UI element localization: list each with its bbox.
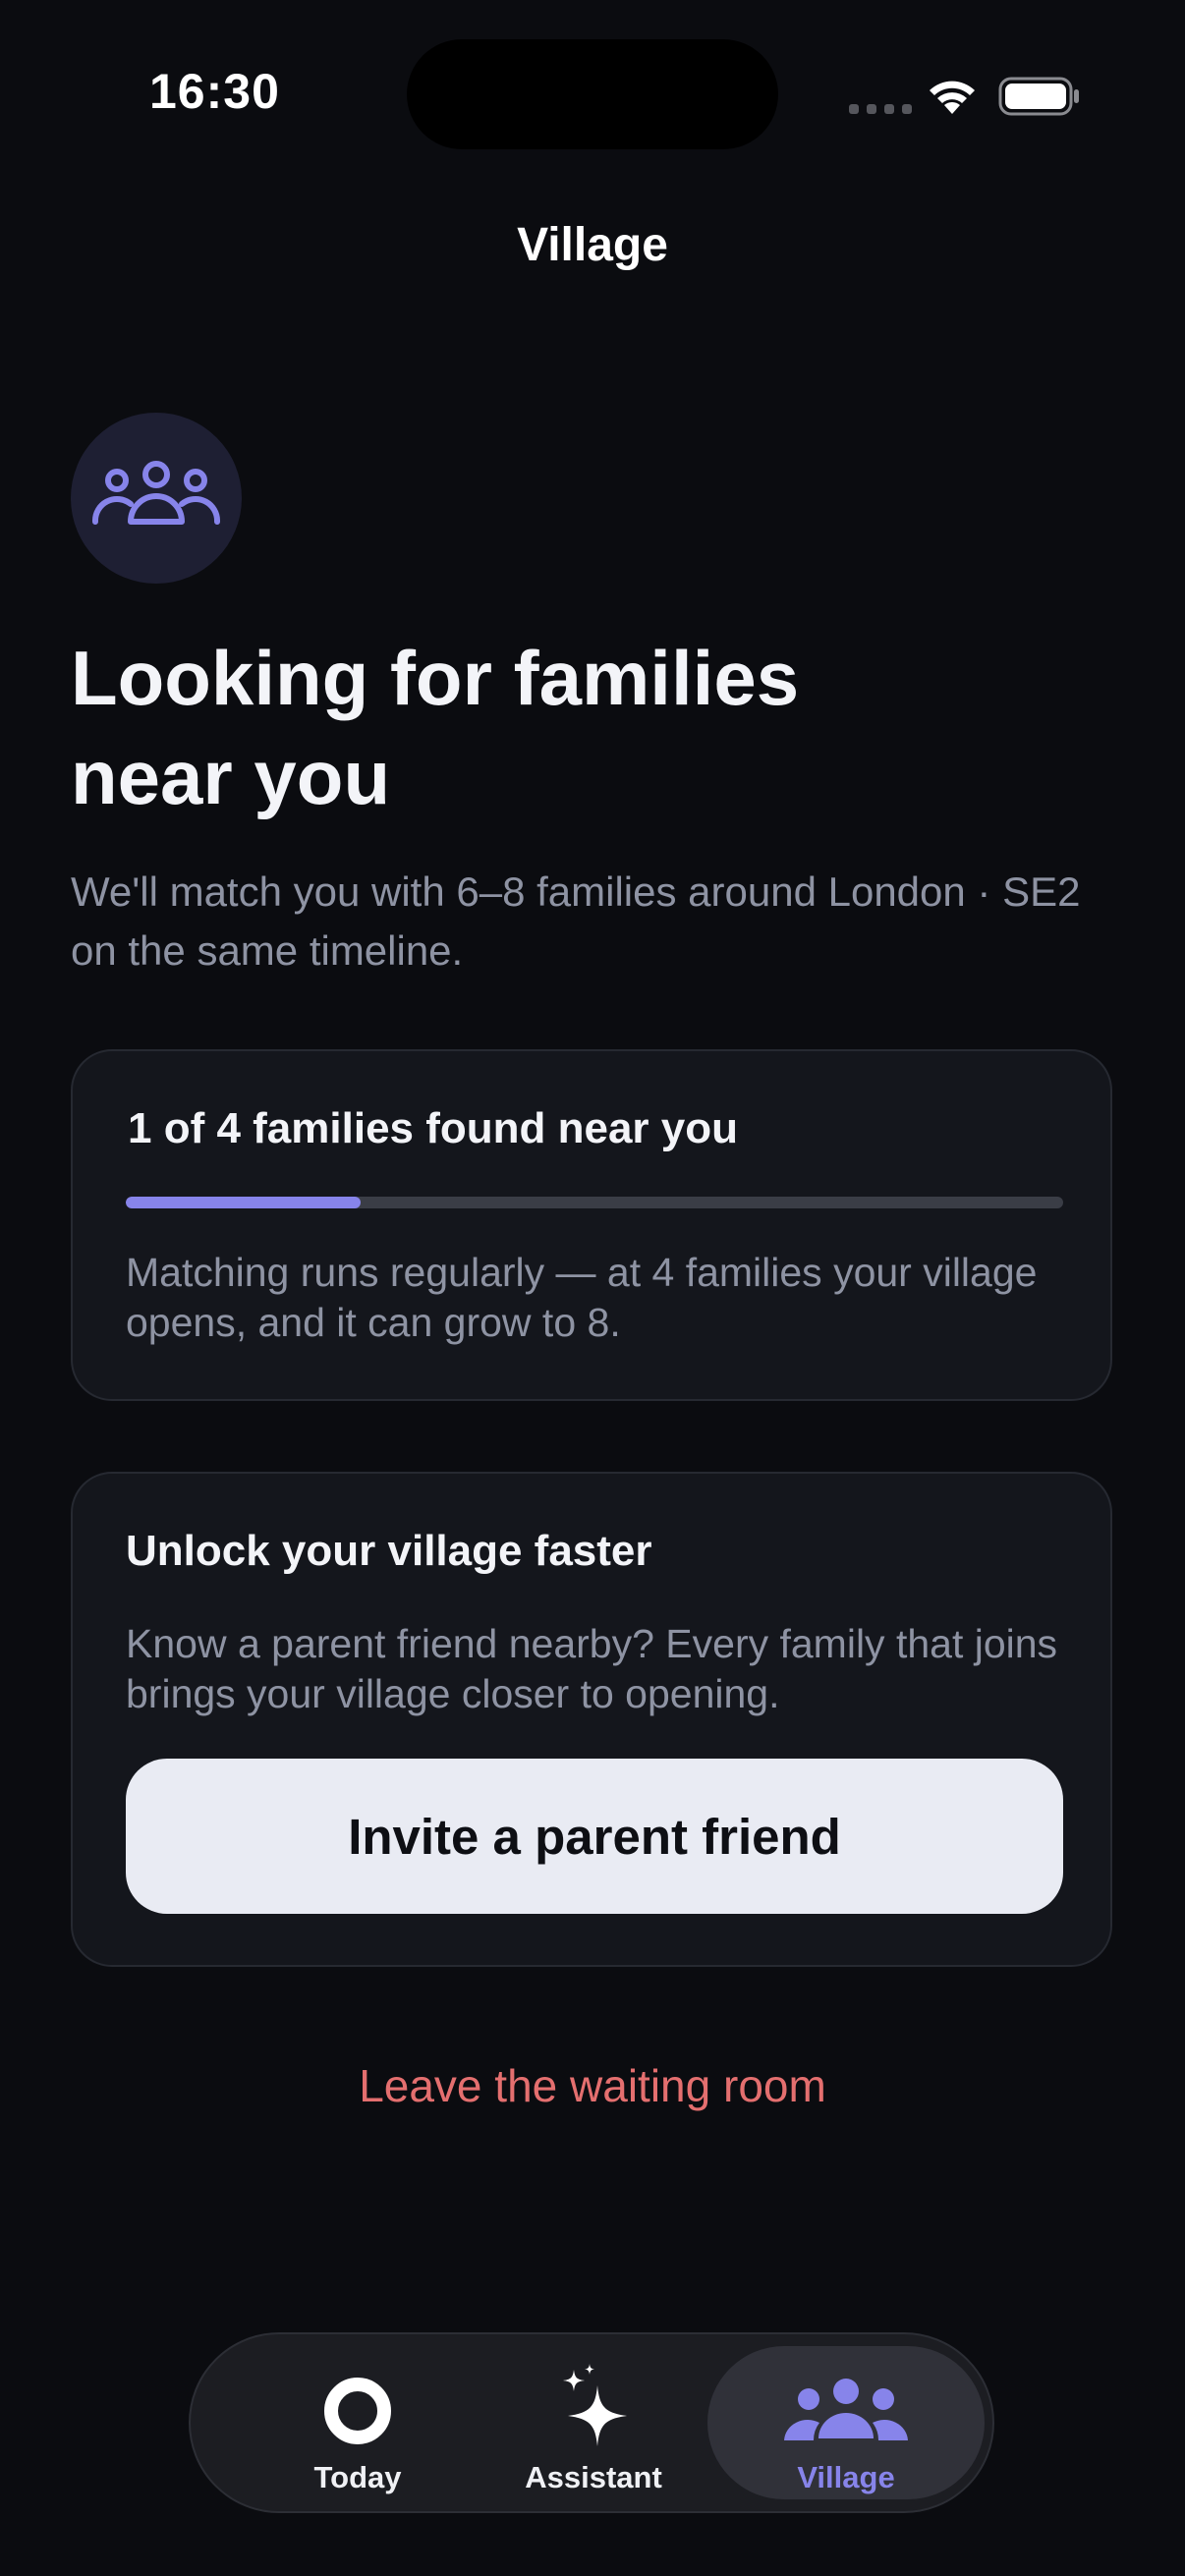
page-title: Village: [517, 219, 668, 271]
invite-text: Know a parent friend nearby? Every famil…: [126, 1621, 1058, 1716]
headline-line-2: near you: [71, 734, 391, 820]
invite-friend-button[interactable]: Invite a parent friend: [126, 1759, 1063, 1914]
invite-title: Unlock your village faster: [126, 1527, 652, 1575]
tab-assistant-label: Assistant: [525, 2460, 662, 2494]
people-group-icon: [782, 2358, 910, 2446]
invite-card: Unlock your village faster Know a parent…: [71, 1472, 1112, 1967]
village-avatar: [71, 413, 242, 584]
headline: Looking for families near you: [71, 629, 1053, 827]
battery-icon: [998, 77, 1079, 116]
tab-bar: Today Assistant Village: [189, 2332, 994, 2513]
tab-village-label: Village: [797, 2460, 895, 2494]
progress-card: 1 of 4 families found near you Matching …: [71, 1049, 1112, 1401]
people-group-icon: [91, 461, 221, 525]
progress-note: Matching runs regularly — at 4 families …: [126, 1250, 1038, 1345]
wifi-icon: [930, 81, 975, 114]
circle-ring-icon: [322, 2358, 393, 2446]
progress-bar-fill: [126, 1197, 361, 1208]
tab-today[interactable]: Today: [250, 2334, 466, 2511]
headline-line-1: Looking for families: [71, 635, 800, 721]
progress-bar: [126, 1197, 1063, 1208]
progress-title: 1 of 4 families found near you: [128, 1104, 739, 1152]
tab-village[interactable]: Village: [707, 2346, 985, 2499]
tab-assistant[interactable]: Assistant: [485, 2334, 702, 2511]
status-time: 16:30: [149, 64, 280, 119]
cellular-signal-icon: [849, 104, 912, 114]
sparkles-icon: [558, 2358, 629, 2446]
tab-today-label: Today: [313, 2460, 402, 2494]
leave-waiting-room-link[interactable]: Leave the waiting room: [0, 2059, 1185, 2112]
dynamic-island: [407, 39, 778, 149]
subtitle: We'll match you with 6–8 families around…: [71, 868, 1081, 974]
